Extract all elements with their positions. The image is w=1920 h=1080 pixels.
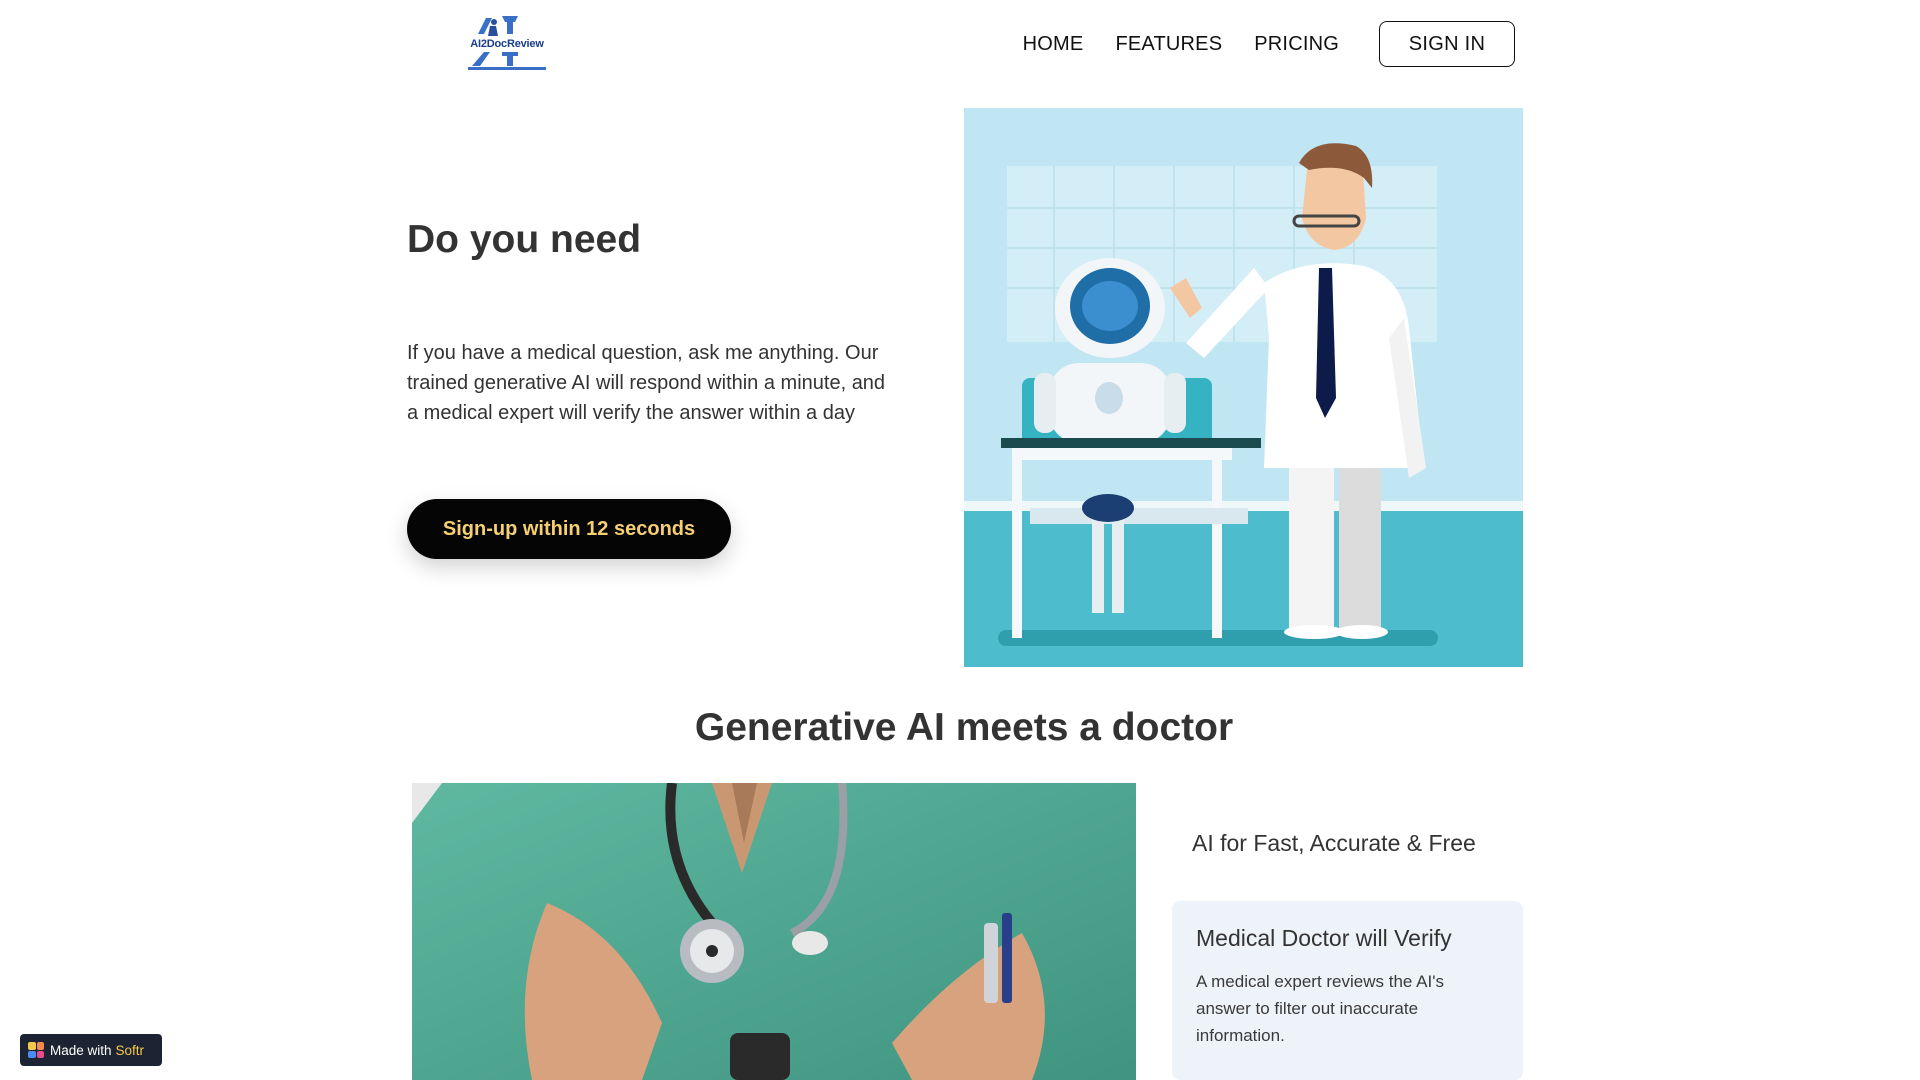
site-header: AI2DocReview HOME FEATURES PRICING SIGN … — [0, 0, 1920, 88]
nav-features[interactable]: FEATURES — [1115, 33, 1222, 56]
signup-button[interactable]: Sign-up within 12 seconds — [407, 499, 731, 559]
logo-text: AI2DocReview — [470, 38, 544, 50]
nav-home[interactable]: HOME — [1023, 33, 1084, 56]
doctor-scrubs-image — [412, 783, 1136, 1080]
hero-title: Do you need — [407, 218, 642, 261]
made-with-softr-badge[interactable]: Made with Softr — [20, 1034, 162, 1066]
site-logo[interactable]: AI2DocReview — [462, 14, 552, 72]
doctor-photo — [412, 783, 1136, 1080]
hero-description: If you have a medical question, ask me a… — [407, 342, 886, 424]
badge-prefix: Made with — [50, 1042, 112, 1058]
nav-pricing[interactable]: PRICING — [1254, 33, 1339, 56]
badge-brand: Softr — [115, 1042, 145, 1058]
sign-in-button[interactable]: SIGN IN — [1379, 21, 1515, 67]
section-title: Generative AI meets a doctor — [694, 706, 1234, 749]
feature-card-description: A medical expert reviews the AI's answer… — [1196, 972, 1444, 1045]
main-nav: HOME FEATURES PRICING SIGN IN — [1023, 21, 1515, 67]
robot-doctor-illustration — [964, 108, 1523, 667]
feature-heading: AI for Fast, Accurate & Free — [1192, 830, 1476, 856]
hero-illustration — [964, 108, 1523, 667]
feature-card-title: Medical Doctor will Verify — [1196, 925, 1452, 951]
feature-card-verify: Medical Doctor will Verify A medical exp… — [1172, 901, 1523, 1080]
softr-logo-icon — [28, 1042, 44, 1058]
